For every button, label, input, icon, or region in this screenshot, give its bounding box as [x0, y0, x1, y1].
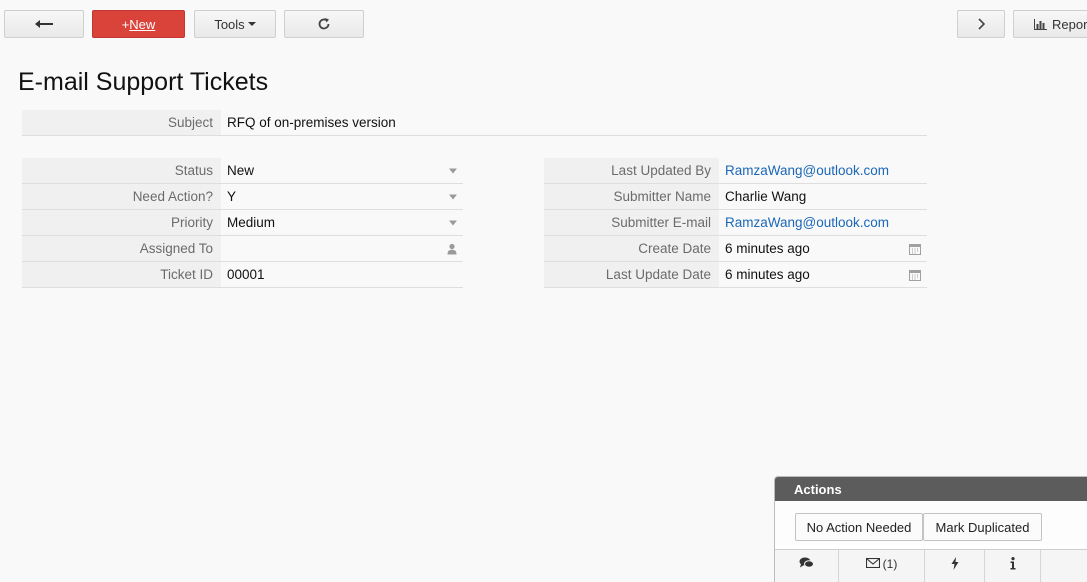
priority-select[interactable]: Medium — [221, 210, 463, 235]
subject-row: Subject RFQ of on-premises version — [22, 110, 927, 136]
last-updated-by-label: Last Updated By — [544, 158, 719, 183]
last-update-date-field[interactable]: 6 minutes ago — [719, 262, 927, 287]
priority-label: Priority — [22, 210, 221, 235]
tools-button[interactable]: Tools — [194, 10, 276, 38]
create-date-label: Create Date — [544, 236, 719, 261]
need-action-row: Need Action? Y — [22, 184, 463, 210]
tab-triggers[interactable] — [925, 550, 985, 582]
actions-tabs: (1) — [775, 549, 1087, 582]
arrow-left-icon — [35, 20, 53, 28]
subject-field[interactable]: RFQ of on-premises version — [221, 110, 927, 135]
create-date-value: 6 minutes ago — [725, 241, 810, 256]
bar-chart-icon — [1034, 18, 1047, 30]
comments-icon — [799, 557, 814, 568]
status-row: Status New — [22, 158, 463, 184]
ticket-id-value: 00001 — [227, 267, 265, 282]
refresh-button[interactable] — [284, 10, 364, 38]
ticket-id-row: Ticket ID 00001 — [22, 262, 463, 288]
actions-body: No Action Needed Mark Duplicated — [775, 501, 1087, 545]
actions-header: Actions — [775, 477, 1087, 501]
report-button[interactable]: Report — [1013, 10, 1087, 38]
mark-duplicated-button[interactable]: Mark Duplicated — [923, 513, 1042, 541]
tab-info[interactable] — [985, 550, 1041, 582]
dropdown-arrow-icon — [449, 194, 457, 199]
submitter-email-link[interactable]: RamzaWang@outlook.com — [719, 210, 927, 235]
last-update-date-label: Last Update Date — [544, 262, 719, 287]
chevron-right-icon — [978, 18, 985, 30]
no-action-needed-button[interactable]: No Action Needed — [795, 513, 923, 541]
dropdown-arrow-icon — [449, 220, 457, 225]
submitter-email-row: Submitter E-mail RamzaWang@outlook.com — [544, 210, 927, 236]
priority-value: Medium — [227, 215, 276, 230]
envelope-icon — [865, 558, 880, 568]
info-icon — [1010, 557, 1015, 570]
need-action-label: Need Action? — [22, 184, 221, 209]
page-title: E-mail Support Tickets — [18, 68, 269, 96]
last-update-date-value: 6 minutes ago — [725, 267, 810, 282]
back-button[interactable] — [4, 10, 84, 38]
calendar-icon[interactable] — [909, 269, 921, 281]
mail-count: (1) — [882, 557, 898, 571]
need-action-value: Y — [227, 189, 237, 204]
actions-panel: Actions No Action Needed Mark Duplicated… — [774, 476, 1087, 582]
new-prefix: + — [121, 16, 130, 32]
status-select[interactable]: New — [221, 158, 463, 183]
new-label: New — [129, 16, 156, 32]
last-updated-by-link[interactable]: RamzaWang@outlook.com — [719, 158, 927, 183]
status-value: New — [227, 163, 255, 178]
ticket-page: +New Tools Report E-mail Support Tickets… — [0, 0, 1087, 582]
tab-comments[interactable] — [775, 550, 839, 582]
new-button[interactable]: + New — [92, 10, 185, 38]
assigned-to-row: Assigned To — [22, 236, 463, 262]
report-label: Report — [1052, 16, 1087, 32]
create-date-row: Create Date 6 minutes ago — [544, 236, 927, 262]
create-date-field[interactable]: 6 minutes ago — [719, 236, 927, 261]
ticket-id-label: Ticket ID — [22, 262, 221, 287]
bolt-icon — [951, 557, 958, 570]
assigned-to-field[interactable] — [221, 236, 463, 261]
calendar-icon[interactable] — [909, 243, 921, 255]
submitter-email-label: Submitter E-mail — [544, 210, 719, 235]
submitter-name-row: Submitter Name Charlie Wang — [544, 184, 927, 210]
tab-mail[interactable]: (1) — [839, 550, 925, 582]
last-update-date-row: Last Update Date 6 minutes ago — [544, 262, 927, 288]
submitter-name-field[interactable]: Charlie Wang — [719, 184, 927, 209]
priority-row: Priority Medium — [22, 210, 463, 236]
subject-label: Subject — [22, 110, 221, 135]
user-icon[interactable] — [447, 243, 457, 254]
need-action-select[interactable]: Y — [221, 184, 463, 209]
last-updated-by-row: Last Updated By RamzaWang@outlook.com — [544, 158, 927, 184]
submitter-name-label: Submitter Name — [544, 184, 719, 209]
next-button[interactable] — [957, 10, 1005, 38]
assigned-to-label: Assigned To — [22, 236, 221, 261]
status-label: Status — [22, 158, 221, 183]
refresh-icon — [318, 18, 330, 30]
caret-down-icon — [247, 22, 256, 26]
dropdown-arrow-icon — [449, 168, 457, 173]
tools-label: Tools — [214, 16, 245, 32]
